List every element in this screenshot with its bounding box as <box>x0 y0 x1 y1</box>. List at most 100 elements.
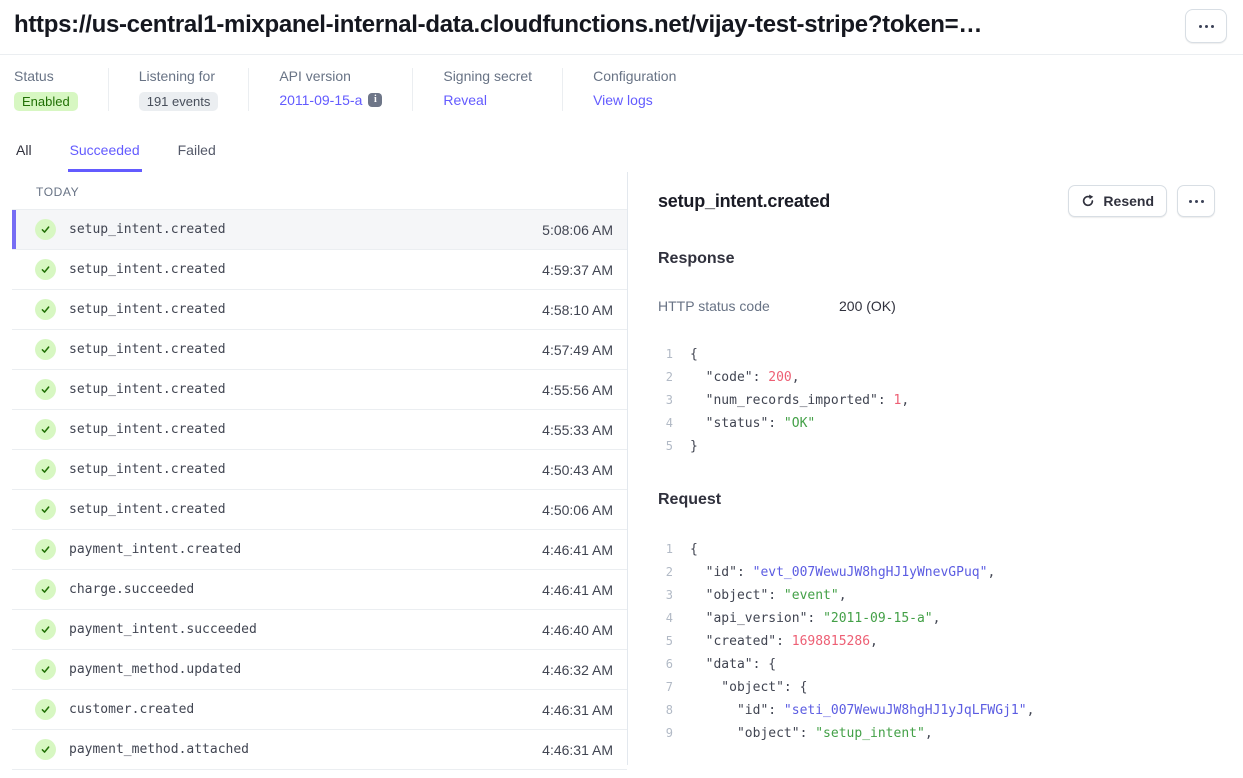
success-check-icon <box>35 419 56 440</box>
summary-item-signing-secret: Signing secretReveal <box>412 68 562 111</box>
event-time: 4:50:43 AM <box>542 462 613 478</box>
tab-failed[interactable]: Failed <box>176 138 218 172</box>
code-token: "data": { <box>690 653 776 676</box>
code-token: , <box>1027 699 1035 722</box>
event-row[interactable]: customer.created 4:46:31 AM <box>12 690 627 730</box>
detail-actions: Resend <box>1068 185 1215 217</box>
code-line: 4 "api_version": "2011-09-15-a", <box>658 607 1215 630</box>
event-row[interactable]: charge.succeeded 4:46:41 AM <box>12 570 627 610</box>
summary-label: Configuration <box>593 68 676 84</box>
view-logs-link[interactable]: View logs <box>593 92 653 108</box>
header-more-button[interactable] <box>1185 9 1227 43</box>
line-number: 4 <box>658 412 673 435</box>
code-token: "setup_intent" <box>815 722 925 745</box>
event-list-pane: TODAY setup_intent.created5:08:06 AMsetu… <box>0 172 628 765</box>
code-token: 200 <box>768 366 791 389</box>
event-row[interactable]: payment_method.attached 4:46:31 AM <box>12 730 627 770</box>
event-row[interactable]: setup_intent.created 4:57:49 AM <box>12 330 627 370</box>
event-name: payment_method.attached <box>69 742 249 757</box>
event-time: 4:55:33 AM <box>542 422 613 438</box>
summary-value: View logs <box>593 92 676 108</box>
event-name: setup_intent.created <box>69 342 226 357</box>
event-time: 4:46:31 AM <box>542 702 613 718</box>
event-time: 4:57:49 AM <box>542 342 613 358</box>
event-name: payment_intent.succeeded <box>69 622 257 637</box>
events-count-badge: 191 events <box>139 92 219 111</box>
code-line: 1{ <box>658 538 1215 561</box>
code-token: "id": <box>690 699 784 722</box>
line-number: 6 <box>658 653 673 676</box>
summary-item-status: StatusEnabled <box>14 68 108 111</box>
event-name: charge.succeeded <box>69 582 194 597</box>
code-token: 1 <box>894 389 902 412</box>
event-row[interactable]: setup_intent.created4:50:43 AM <box>12 450 627 490</box>
success-check-icon <box>35 339 56 360</box>
resend-button[interactable]: Resend <box>1068 185 1167 217</box>
response-heading: Response <box>658 250 1215 268</box>
code-token: "created": <box>690 630 792 653</box>
event-row[interactable]: setup_intent.created4:50:06 AM <box>12 490 627 530</box>
resend-icon <box>1081 194 1095 208</box>
code-token: 1698815286 <box>792 630 870 653</box>
content-split: TODAY setup_intent.created5:08:06 AMsetu… <box>0 172 1243 765</box>
success-check-icon <box>35 259 56 280</box>
event-time: 4:59:37 AM <box>542 262 613 278</box>
ellipsis-icon <box>1205 25 1208 28</box>
success-check-icon <box>35 299 56 320</box>
code-token: , <box>839 584 847 607</box>
line-number: 7 <box>658 676 673 699</box>
code-line: 5 "created": 1698815286, <box>658 630 1215 653</box>
event-name: setup_intent.created <box>69 262 226 277</box>
event-time: 5:08:06 AM <box>542 222 613 238</box>
tab-succeeded[interactable]: Succeeded <box>68 138 142 172</box>
event-row[interactable]: setup_intent.created 4:59:37 AM <box>12 250 627 290</box>
event-list: setup_intent.created5:08:06 AMsetup_inte… <box>12 210 627 770</box>
code-token: "evt_007WewuJW8hgHJ1yWnevGPuq" <box>753 561 988 584</box>
tab-all[interactable]: All <box>14 138 34 172</box>
event-row[interactable]: setup_intent.created4:58:10 AM <box>12 290 627 330</box>
event-row[interactable]: payment_intent.created4:46:41 AM <box>12 530 627 570</box>
event-row[interactable]: setup_intent.created 4:55:33 AM <box>12 410 627 450</box>
code-line: 3 "num_records_imported": 1, <box>658 389 1215 412</box>
event-time: 4:46:41 AM <box>542 582 613 598</box>
event-time: 4:46:31 AM <box>542 742 613 758</box>
ellipsis-icon <box>1195 200 1198 203</box>
code-token: "event" <box>784 584 839 607</box>
event-name: payment_method.updated <box>69 662 241 677</box>
summary-item-listening-for: Listening for 191 events <box>108 68 249 111</box>
line-number: 4 <box>658 607 673 630</box>
success-check-icon <box>35 739 56 760</box>
response-json-viewer: 1{2 "code": 200,3 "num_records_imported"… <box>658 343 1215 458</box>
event-name: customer.created <box>69 702 194 717</box>
event-time: 4:55:56 AM <box>542 382 613 398</box>
page-title: https://us-central1-mixpanel-internal-da… <box>14 9 982 39</box>
success-check-icon <box>35 699 56 720</box>
code-token: , <box>933 607 941 630</box>
api-version-link[interactable]: 2011-09-15-a <box>279 92 362 108</box>
code-token: "status": <box>690 412 784 435</box>
event-name: setup_intent.created <box>69 422 226 437</box>
event-row[interactable]: payment_method.updated4:46:32 AM <box>12 650 627 690</box>
event-detail-title: setup_intent.created <box>658 191 830 212</box>
success-check-icon <box>35 379 56 400</box>
code-line: 5} <box>658 435 1215 458</box>
summary-label: Listening for <box>139 68 219 84</box>
line-number: 9 <box>658 722 673 745</box>
reveal-link[interactable]: Reveal <box>443 92 487 108</box>
event-name: setup_intent.created <box>69 222 226 237</box>
event-row[interactable]: setup_intent.created 5:08:06 AM <box>12 210 627 250</box>
event-row[interactable]: setup_intent.created 4:55:56 AM <box>12 370 627 410</box>
code-token: "code": <box>690 366 768 389</box>
event-time: 4:50:06 AM <box>542 502 613 518</box>
code-line: 3 "object": "event", <box>658 584 1215 607</box>
summary-label: Status <box>14 68 78 84</box>
line-number: 5 <box>658 435 673 458</box>
event-time: 4:58:10 AM <box>542 302 613 318</box>
event-detail-pane: setup_intent.created Resend Response HTT… <box>628 172 1243 765</box>
result-filter-tabs: All Succeeded Failed <box>0 138 1243 172</box>
summary-value: Reveal <box>443 92 532 108</box>
event-row[interactable]: payment_intent.succeeded4:46:40 AM <box>12 610 627 650</box>
event-name: setup_intent.created <box>69 382 226 397</box>
code-token: "seti_007WewuJW8hgHJ1yJqLFWGj1" <box>784 699 1027 722</box>
detail-more-button[interactable] <box>1177 185 1215 217</box>
